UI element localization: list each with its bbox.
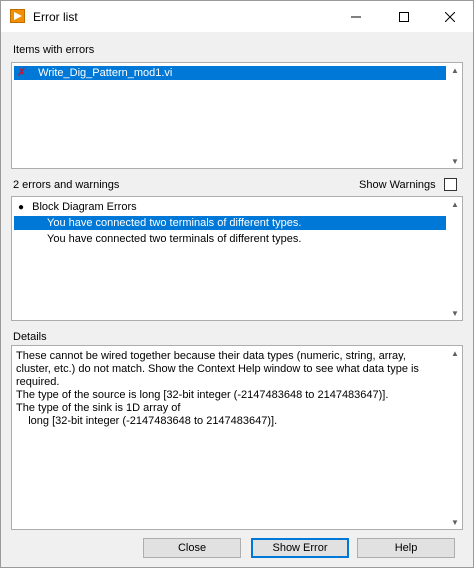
close-icon (445, 11, 455, 22)
close-button[interactable]: Close (143, 538, 241, 558)
error-x-icon: ✗ (17, 67, 27, 79)
details-box[interactable]: These cannot be wired together because t… (11, 345, 463, 530)
maximize-icon (399, 11, 409, 22)
group-row[interactable]: ● Block Diagram Errors (18, 200, 137, 214)
errors-list[interactable]: ● Block Diagram Errors You have connecte… (11, 196, 463, 321)
show-error-button[interactable]: Show Error (251, 538, 349, 558)
scroll-down-arrow[interactable]: ▼ (448, 515, 462, 529)
help-button[interactable]: Help (357, 538, 455, 558)
title-bar: Error list (1, 1, 473, 32)
details-label: Details (13, 331, 47, 343)
scroll-up-arrow[interactable]: ▲ (448, 346, 462, 360)
bullet-icon: ● (18, 202, 25, 213)
scroll-down-arrow[interactable]: ▼ (448, 154, 462, 168)
close-window-button[interactable] (427, 1, 473, 32)
error-row[interactable]: You have connected two terminals of diff… (14, 216, 446, 230)
window-title: Error list (33, 10, 78, 24)
errors-scrollbar[interactable]: ▲ ▼ (448, 197, 462, 320)
labview-app-icon (10, 9, 25, 23)
show-warnings-checkbox[interactable] (444, 178, 457, 191)
show-warnings-label[interactable]: Show Warnings (359, 179, 436, 191)
scroll-up-arrow[interactable]: ▲ (448, 197, 462, 211)
error-item-row[interactable]: ✗ Write_Dig_Pattern_mod1.vi (14, 66, 446, 80)
error-row[interactable]: You have connected two terminals of diff… (14, 232, 301, 246)
maximize-button[interactable] (381, 1, 427, 32)
items-with-errors-list[interactable]: ✗ Write_Dig_Pattern_mod1.vi ▲ ▼ (11, 62, 463, 169)
items-scrollbar[interactable]: ▲ ▼ (448, 63, 462, 168)
scroll-down-arrow[interactable]: ▼ (448, 306, 462, 320)
group-label: Block Diagram Errors (32, 201, 137, 213)
scroll-up-arrow[interactable]: ▲ (448, 63, 462, 77)
error-list-window: Error list Items with errors ✗ Write_Dig… (0, 0, 474, 568)
error-item-label: Write_Dig_Pattern_mod1.vi (38, 67, 173, 79)
details-text: These cannot be wired together because t… (16, 350, 419, 427)
details-scrollbar[interactable]: ▲ ▼ (448, 346, 462, 529)
items-with-errors-label: Items with errors (13, 44, 95, 56)
minimize-button[interactable] (333, 1, 379, 32)
minimize-icon (351, 16, 361, 17)
errors-count-label: 2 errors and warnings (13, 179, 120, 191)
